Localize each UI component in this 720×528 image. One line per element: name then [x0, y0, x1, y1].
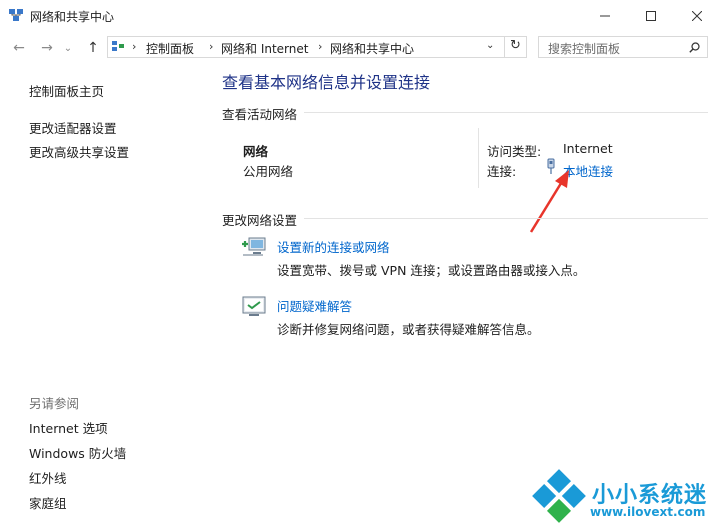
section-divider — [304, 112, 708, 113]
breadcrumb-control-panel[interactable]: 控制面板 — [146, 40, 194, 57]
breadcrumb-network-sharing-center[interactable]: 网络和共享中心 — [330, 40, 414, 57]
change-advanced-sharing-link[interactable]: 更改高级共享设置 — [29, 142, 129, 161]
see-also-title: 另请参阅 — [29, 396, 80, 411]
active-networks-header: 查看活动网络 — [222, 107, 298, 122]
network-type[interactable]: 公用网络 — [243, 161, 293, 180]
recent-dropdown[interactable]: ⌄ — [61, 38, 75, 58]
watermark-url: www.ilovext.com — [590, 505, 706, 519]
windows-firewall-link[interactable]: Windows 防火墙 — [29, 443, 126, 462]
address-bar[interactable]: › 控制面板 › 网络和 Internet › 网络和共享中心 ⌄ ↻ — [107, 36, 527, 58]
search-placeholder: 搜索控制面板 — [548, 42, 621, 56]
connections-label: 连接: — [487, 164, 517, 179]
back-arrow-icon: ← — [13, 40, 25, 56]
network-name: 网络 — [243, 144, 269, 159]
section-divider — [304, 218, 708, 219]
close-icon — [692, 10, 702, 21]
homegroup-link[interactable]: 家庭组 — [29, 493, 67, 512]
page-title: 查看基本网络信息并设置连接 — [222, 73, 431, 92]
forward-arrow-icon: → — [41, 40, 53, 56]
refresh-icon[interactable]: ↻ — [510, 38, 521, 53]
window-title: 网络和共享中心 — [30, 10, 115, 24]
red-arrow-annotation — [529, 170, 569, 233]
up-arrow-icon: ↑ — [87, 40, 99, 56]
control-panel-home-link[interactable]: 控制面板主页 — [29, 81, 104, 100]
maximize-button[interactable] — [628, 0, 674, 31]
minimize-icon — [600, 15, 610, 16]
forward-button[interactable]: → — [37, 38, 57, 58]
change-adapter-settings-link[interactable]: 更改适配器设置 — [29, 118, 117, 137]
vertical-divider — [478, 128, 479, 188]
back-button[interactable]: ← — [9, 38, 29, 58]
watermark-logo-icon — [532, 469, 586, 523]
chevron-right-icon: › — [209, 40, 214, 53]
troubleshoot-link[interactable]: 问题疑难解答 — [277, 296, 352, 315]
chevron-right-icon: › — [318, 40, 323, 53]
access-type-value: Internet — [563, 141, 613, 156]
control-panel-icon — [112, 41, 124, 51]
change-settings-header: 更改网络设置 — [222, 213, 298, 228]
chevron-down-icon: ⌄ — [63, 42, 73, 54]
setup-new-connection-desc: 设置宽带、拨号或 VPN 连接；或设置路由器或接入点。 — [277, 263, 586, 278]
network-center-icon — [9, 9, 23, 21]
new-connection-icon — [242, 237, 266, 256]
minimize-button[interactable] — [582, 0, 628, 31]
close-button[interactable] — [674, 0, 720, 31]
search-box[interactable]: 搜索控制面板 — [538, 36, 708, 58]
troubleshoot-icon — [242, 296, 266, 316]
internet-options-link[interactable]: Internet 选项 — [29, 418, 108, 437]
address-dropdown-icon[interactable]: ⌄ — [486, 40, 494, 51]
search-icon — [689, 42, 700, 53]
breadcrumb-network-internet[interactable]: 网络和 Internet — [221, 40, 308, 57]
navigation-bar: ← → ⌄ ↑ › 控制面板 › 网络和 Internet › 网络和共享中心 … — [0, 32, 720, 62]
maximize-icon — [646, 10, 656, 21]
chevron-right-icon: › — [132, 40, 137, 53]
setup-new-connection-link[interactable]: 设置新的连接或网络 — [277, 237, 390, 256]
up-button[interactable]: ↑ — [83, 38, 103, 58]
access-type-label: 访问类型: — [487, 144, 542, 159]
infrared-link[interactable]: 红外线 — [29, 468, 67, 487]
address-divider — [504, 37, 505, 57]
troubleshoot-desc: 诊断并修复网络问题，或者获得疑难解答信息。 — [277, 322, 540, 337]
title-bar: 网络和共享中心 — [0, 0, 720, 31]
